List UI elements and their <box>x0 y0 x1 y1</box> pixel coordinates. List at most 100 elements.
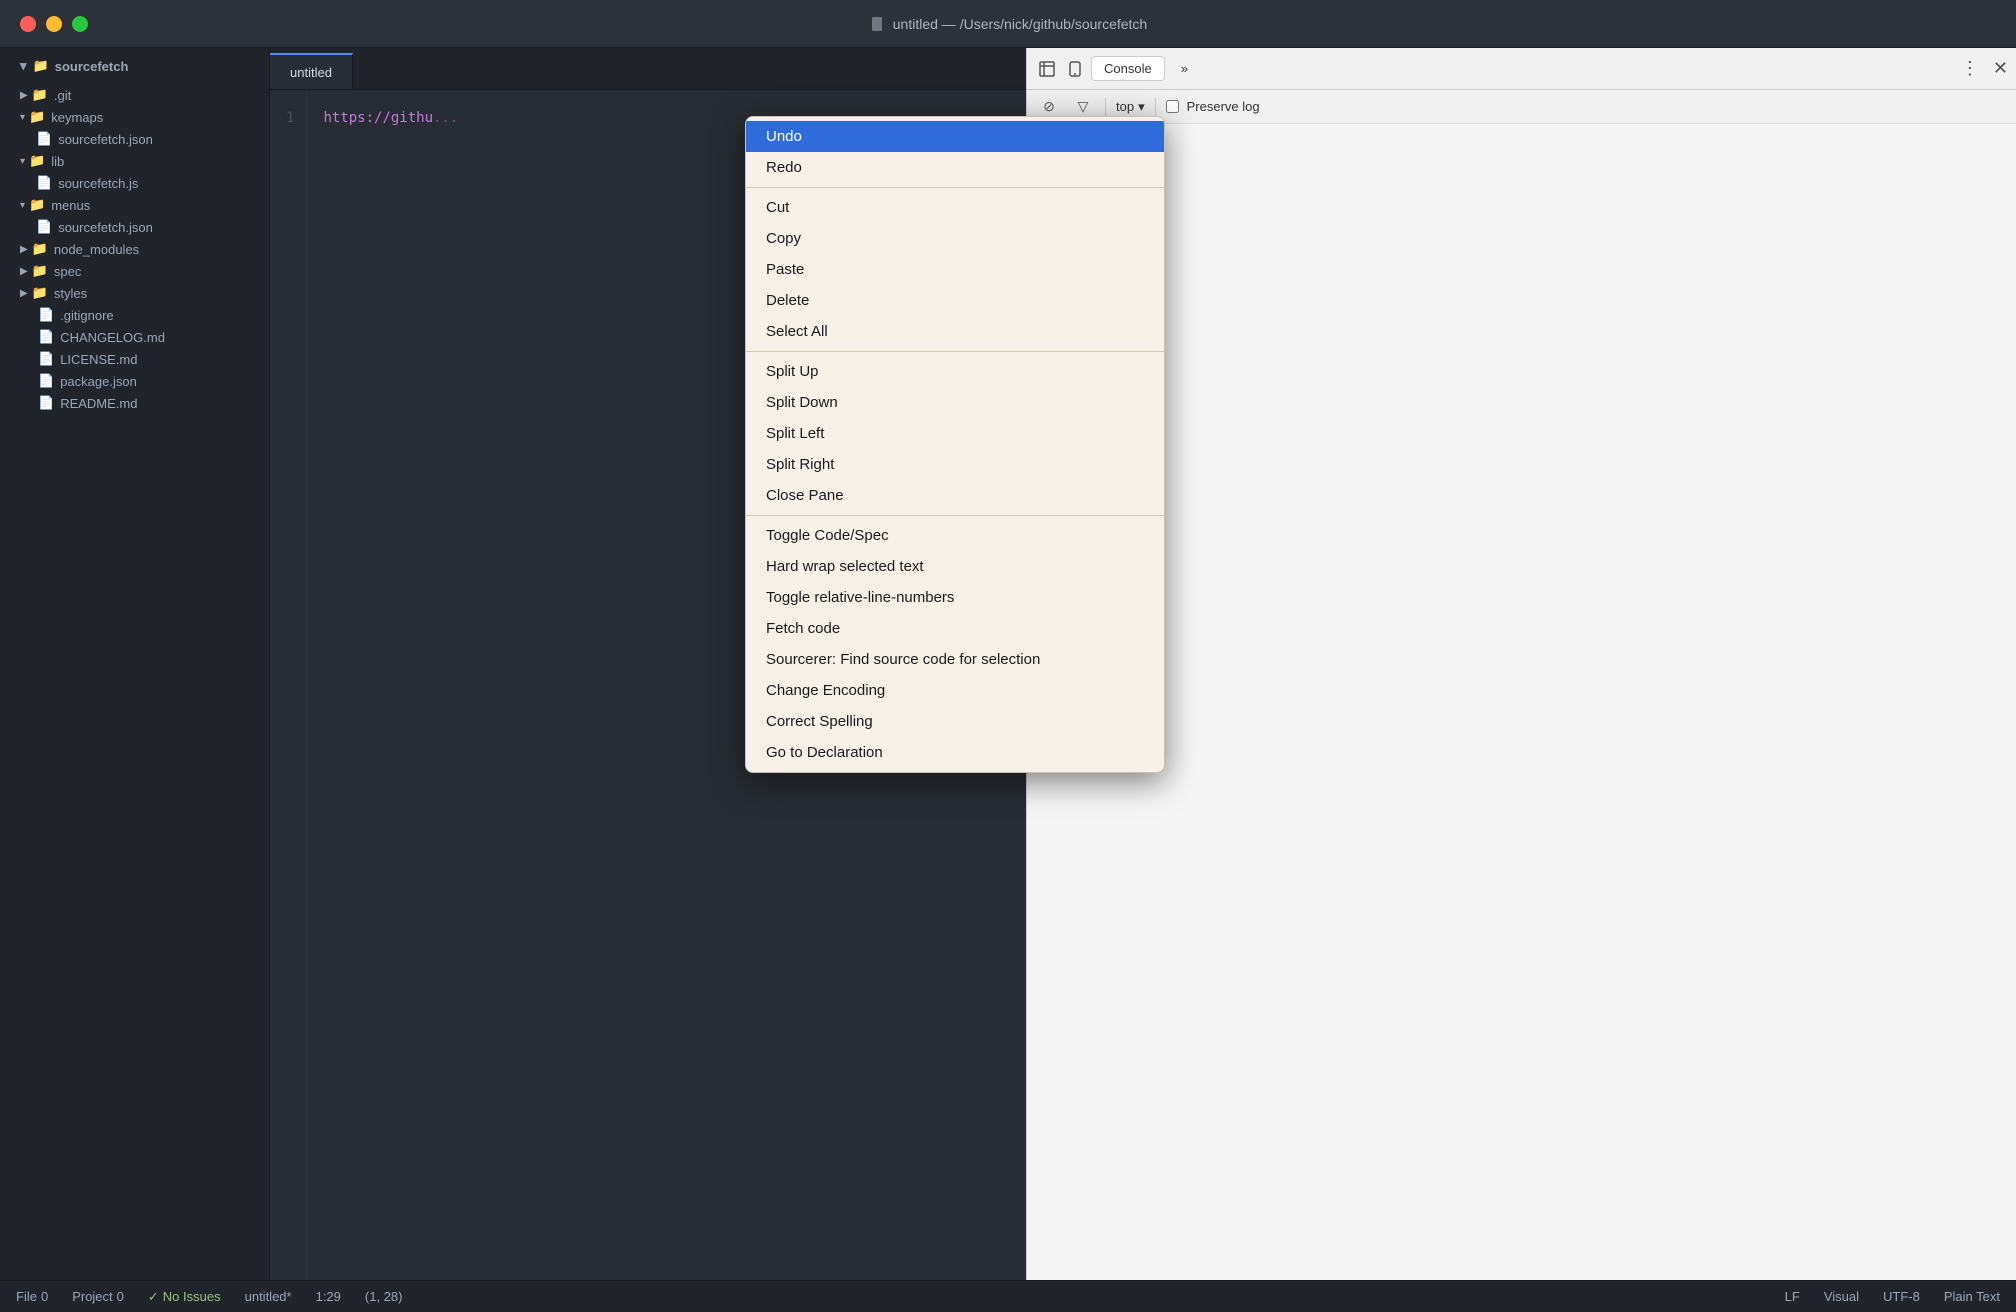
file-icon: 📄 <box>38 395 54 411</box>
devtools-tab-more[interactable]: » <box>1169 57 1200 80</box>
sidebar-item-lib-js[interactable]: 📄 sourcefetch.js <box>0 172 269 194</box>
menu-item-fetch-code[interactable]: Fetch code <box>746 613 1164 644</box>
chevron-down-icon: ▾ <box>20 156 25 167</box>
sidebar-root[interactable]: ▾ 📁 sourcefetch <box>0 48 269 84</box>
menu-separator-3 <box>746 515 1164 516</box>
project-label: Project <box>72 1289 112 1304</box>
sidebar-root-label: sourcefetch <box>55 59 129 74</box>
sidebar-item-node-modules[interactable]: ▶ 📁 node_modules <box>0 238 269 260</box>
maximize-button[interactable] <box>72 16 88 32</box>
status-no-issues[interactable]: ✓ No Issues <box>148 1289 221 1305</box>
folder-icon: 📁 <box>29 197 45 213</box>
device-mode-button[interactable] <box>1063 57 1087 81</box>
filter-button[interactable]: ▽ <box>1071 95 1095 119</box>
folder-icon: 📁 <box>29 109 45 125</box>
devtools-tab-console[interactable]: Console <box>1091 56 1165 81</box>
sidebar-item-package[interactable]: 📄 package.json <box>0 370 269 392</box>
status-grammar[interactable]: Plain Text <box>1944 1289 2000 1304</box>
preserve-log-option[interactable]: Preserve log <box>1166 99 1260 114</box>
file-icon: 📄 <box>38 351 54 367</box>
sidebar-item-menus-json[interactable]: 📄 sourcefetch.json <box>0 216 269 238</box>
sidebar-item-git[interactable]: ▶ 📁 .git <box>0 84 269 106</box>
menu-item-undo[interactable]: Undo <box>746 121 1164 152</box>
menu-item-sourcerer[interactable]: Sourcerer: Find source code for selectio… <box>746 644 1164 675</box>
status-line-ending[interactable]: LF <box>1785 1289 1800 1304</box>
clear-console-button[interactable]: ⊘ <box>1037 95 1061 119</box>
url-text: https://githu <box>323 110 433 126</box>
menu-item-hard-wrap[interactable]: Hard wrap selected text <box>746 551 1164 582</box>
tab-label: untitled <box>290 65 332 80</box>
menu-item-correct-spelling[interactable]: Correct Spelling <box>746 706 1164 737</box>
tab-bar: untitled <box>270 48 1026 90</box>
sidebar: ▾ 📁 sourcefetch ▶ 📁 .git ▾ 📁 keymaps 📄 s… <box>0 48 270 1280</box>
devtools-more-button[interactable]: ⋮ <box>1961 58 1981 79</box>
sidebar-item-keymaps-json[interactable]: 📄 sourcefetch.json <box>0 128 269 150</box>
sidebar-item-menus[interactable]: ▾ 📁 menus <box>0 194 269 216</box>
sidebar-item-label: LICENSE.md <box>60 352 137 367</box>
sidebar-item-styles[interactable]: ▶ 📁 styles <box>0 282 269 304</box>
menu-item-split-right[interactable]: Split Right <box>746 449 1164 480</box>
traffic-lights <box>20 16 88 32</box>
menu-item-change-encoding[interactable]: Change Encoding <box>746 675 1164 706</box>
inspect-element-button[interactable] <box>1035 57 1059 81</box>
menu-item-toggle-code-spec[interactable]: Toggle Code/Spec <box>746 520 1164 551</box>
minimize-button[interactable] <box>46 16 62 32</box>
file-icon: 📄 <box>38 373 54 389</box>
url-continuation: ... <box>433 110 458 126</box>
preserve-log-checkbox[interactable] <box>1166 100 1179 113</box>
console-undefined: undefined <box>1039 132 2004 151</box>
sidebar-item-changelog[interactable]: 📄 CHANGELOG.md <box>0 326 269 348</box>
sidebar-item-readme[interactable]: 📄 README.md <box>0 392 269 414</box>
console-input-row: › <box>1039 155 2004 171</box>
sidebar-item-label: sourcefetch.json <box>58 220 153 235</box>
status-coords: (1, 28) <box>365 1289 403 1304</box>
main-layout: ▾ 📁 sourcefetch ▶ 📁 .git ▾ 📁 keymaps 📄 s… <box>0 48 2016 1280</box>
file-icon: 📄 <box>36 175 52 191</box>
status-project[interactable]: Project 0 <box>72 1289 124 1304</box>
menu-item-toggle-relative[interactable]: Toggle relative-line-numbers <box>746 582 1164 613</box>
menu-item-select-all[interactable]: Select All <box>746 316 1164 347</box>
menu-item-go-to-declaration[interactable]: Go to Declaration <box>746 737 1164 768</box>
folder-icon: 📁 <box>32 87 48 103</box>
menu-item-split-down[interactable]: Split Down <box>746 387 1164 418</box>
sidebar-item-label: CHANGELOG.md <box>60 330 165 345</box>
file-icon: 📄 <box>38 307 54 323</box>
context-selector[interactable]: top ▾ <box>1116 99 1145 115</box>
project-count: 0 <box>117 1289 124 1304</box>
menu-item-split-up[interactable]: Split Up <box>746 356 1164 387</box>
status-position: 1:29 <box>316 1289 341 1304</box>
sidebar-item-gitignore[interactable]: 📄 .gitignore <box>0 304 269 326</box>
sidebar-item-spec[interactable]: ▶ 📁 spec <box>0 260 269 282</box>
inspect-icon <box>1038 60 1056 78</box>
status-encoding[interactable]: UTF-8 <box>1883 1289 1920 1304</box>
top-label: top <box>1116 99 1134 114</box>
sidebar-item-license[interactable]: 📄 LICENSE.md <box>0 348 269 370</box>
title-text: untitled — /Users/nick/github/sourcefetc… <box>893 16 1147 32</box>
menu-item-delete[interactable]: Delete <box>746 285 1164 316</box>
menu-item-copy[interactable]: Copy <box>746 223 1164 254</box>
folder-icon: 📁 <box>32 285 48 301</box>
folder-icon: 📁 <box>29 153 45 169</box>
close-button[interactable] <box>20 16 36 32</box>
menu-item-close-pane[interactable]: Close Pane <box>746 480 1164 511</box>
devtools-close-button[interactable]: ✕ <box>1993 58 2008 79</box>
status-right: LF Visual UTF-8 Plain Text <box>1785 1289 2000 1304</box>
menu-item-redo[interactable]: Redo <box>746 152 1164 183</box>
chevron-down-icon: ▾ <box>20 200 25 211</box>
menu-separator-2 <box>746 351 1164 352</box>
sidebar-item-label: README.md <box>60 396 137 411</box>
tab-label: Console <box>1104 61 1152 76</box>
editor-tab-untitled[interactable]: untitled <box>270 53 353 89</box>
menu-item-split-left[interactable]: Split Left <box>746 418 1164 449</box>
line-numbers: 1 <box>270 90 307 1280</box>
status-mode[interactable]: Visual <box>1824 1289 1859 1304</box>
devtools-panel: Console » ⋮ ✕ ⊘ ▽ top ▾ Preserv <box>1026 48 2016 1280</box>
menu-item-paste[interactable]: Paste <box>746 254 1164 285</box>
sidebar-item-label: keymaps <box>51 110 103 125</box>
sidebar-item-keymaps[interactable]: ▾ 📁 keymaps <box>0 106 269 128</box>
status-file[interactable]: File 0 <box>16 1289 48 1304</box>
check-icon: ✓ <box>148 1289 159 1305</box>
sidebar-item-lib[interactable]: ▾ 📁 lib <box>0 150 269 172</box>
menu-item-cut[interactable]: Cut <box>746 192 1164 223</box>
sidebar-item-label: sourcefetch.json <box>58 132 153 147</box>
